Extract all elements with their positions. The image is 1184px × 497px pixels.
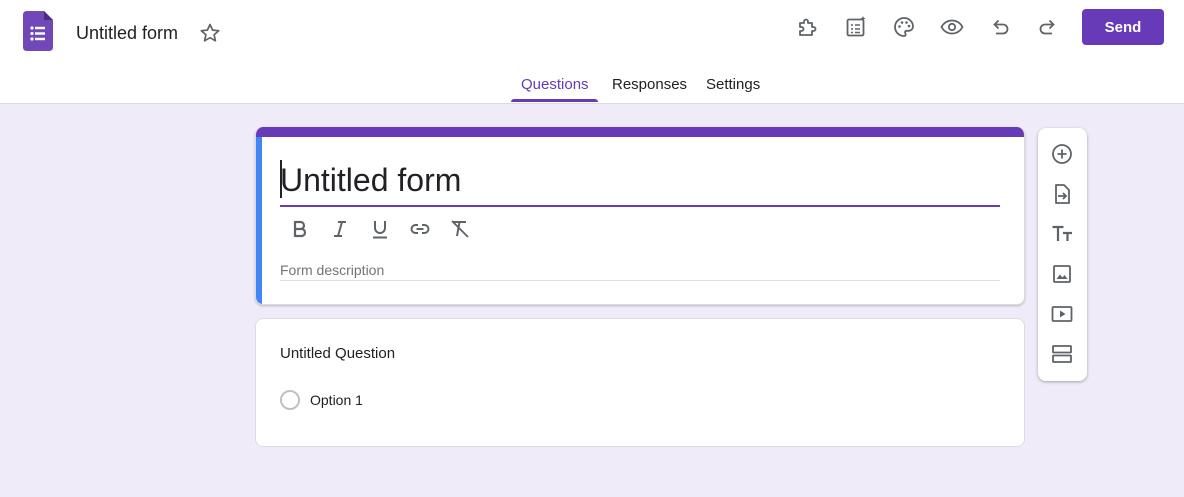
import-questions-icon[interactable] xyxy=(1050,182,1074,206)
app-header: Untitled form Send Questions Responses S… xyxy=(0,0,1184,104)
preview-eye-icon[interactable] xyxy=(940,15,964,39)
italic-icon[interactable] xyxy=(329,218,351,240)
tab-responses[interactable]: Responses xyxy=(612,76,687,94)
tab-questions[interactable]: Questions xyxy=(521,76,589,94)
undo-icon[interactable] xyxy=(988,15,1012,39)
active-tab-indicator xyxy=(511,99,598,102)
form-title-input[interactable] xyxy=(280,155,1000,207)
question-card[interactable]: Untitled Question Option 1 xyxy=(255,318,1025,447)
document-title[interactable]: Untitled form xyxy=(76,21,178,45)
addons-icon[interactable] xyxy=(796,15,820,39)
form-tabs: Questions Responses Settings xyxy=(0,66,1184,104)
radio-button[interactable] xyxy=(280,390,300,410)
add-section-icon[interactable] xyxy=(1050,342,1074,366)
add-question-icon[interactable] xyxy=(1050,142,1074,166)
add-video-icon[interactable] xyxy=(1050,302,1074,326)
add-title-icon[interactable] xyxy=(1050,222,1074,246)
title-card-accent-band xyxy=(256,127,1024,137)
form-description-input[interactable] xyxy=(280,259,1000,281)
side-toolbar xyxy=(1038,128,1087,381)
link-icon[interactable] xyxy=(409,218,431,240)
forms-logo-icon[interactable] xyxy=(23,11,53,51)
form-title-card xyxy=(255,127,1025,305)
title-card-focus-band xyxy=(256,137,262,304)
bold-icon[interactable] xyxy=(289,218,311,240)
question-title[interactable]: Untitled Question xyxy=(280,345,395,362)
redo-icon[interactable] xyxy=(1036,15,1060,39)
underline-icon[interactable] xyxy=(369,218,391,240)
send-button[interactable]: Send xyxy=(1082,9,1164,45)
ai-checklist-icon[interactable] xyxy=(844,15,868,39)
add-image-icon[interactable] xyxy=(1050,262,1074,286)
star-icon[interactable] xyxy=(198,21,222,45)
option-label[interactable]: Option 1 xyxy=(310,392,363,408)
text-cursor xyxy=(280,160,282,198)
clear-format-icon[interactable] xyxy=(449,218,471,240)
palette-icon[interactable] xyxy=(892,15,916,39)
tab-settings[interactable]: Settings xyxy=(706,76,760,94)
